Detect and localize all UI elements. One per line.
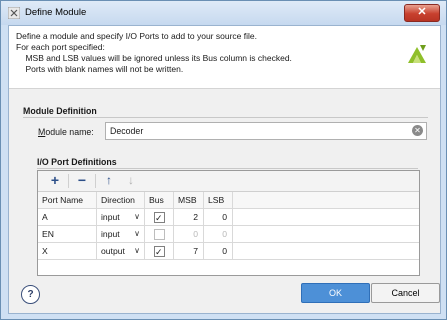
description-line: Ports with blank names will not be writt… — [16, 64, 184, 74]
toolbar-separator — [95, 174, 96, 188]
window-title: Define Module — [25, 7, 87, 18]
io-port-definitions-label: I/O Port Definitions — [37, 157, 117, 167]
direction-select[interactable]: input ∨ — [97, 209, 145, 225]
table-row[interactable]: EN input ∨ 0 0 — [38, 226, 419, 243]
ok-button[interactable]: OK — [301, 283, 370, 303]
lsb-cell[interactable]: 0 — [204, 226, 233, 242]
divider — [37, 168, 418, 169]
cancel-button[interactable]: Cancel — [371, 283, 440, 303]
app-icon — [8, 7, 20, 19]
port-toolbar: + − ↑ ↓ — [38, 171, 419, 192]
define-module-dialog: Define Module ✕ Define a module and spec… — [0, 0, 447, 320]
description-header: Define a module and specify I/O Ports to… — [9, 26, 440, 89]
description-line: Define a module and specify I/O Ports to… — [16, 31, 257, 41]
port-name-cell[interactable]: A — [38, 209, 97, 225]
msb-cell[interactable]: 0 — [174, 226, 204, 242]
remove-port-button[interactable]: − — [73, 173, 91, 189]
xilinx-logo-icon — [408, 45, 426, 63]
clear-icon[interactable]: ✕ — [412, 125, 423, 136]
column-header-msb[interactable]: MSB — [174, 192, 204, 208]
bus-checkbox[interactable] — [154, 229, 165, 240]
add-port-button[interactable]: + — [46, 173, 64, 189]
column-header-lsb[interactable]: LSB — [204, 192, 233, 208]
bus-cell — [145, 243, 174, 259]
move-up-button[interactable]: ↑ — [100, 173, 118, 189]
bus-checkbox[interactable] — [154, 244, 165, 259]
msb-cell[interactable]: 2 — [174, 209, 204, 225]
module-name-input[interactable]: Decoder ✕ — [105, 122, 427, 140]
bus-cell — [145, 209, 174, 225]
table-row[interactable]: X output∨ 7 0 — [38, 243, 419, 260]
divider — [23, 117, 428, 118]
msb-cell[interactable]: 7 — [174, 243, 204, 259]
help-button[interactable]: ? — [21, 285, 40, 304]
module-definition-label: Module Definition — [23, 106, 97, 116]
dialog-body: Define a module and specify I/O Ports to… — [8, 25, 441, 314]
direction-select[interactable]: input ∨ — [97, 226, 145, 242]
close-button[interactable]: ✕ — [404, 4, 440, 22]
title-bar[interactable]: Define Module ✕ — [1, 1, 446, 25]
lsb-cell[interactable]: 0 — [204, 209, 233, 225]
module-name-label: Module name: — [38, 127, 94, 137]
bus-checkbox[interactable] — [154, 210, 165, 225]
column-header-bus[interactable]: Bus — [145, 192, 174, 208]
port-name-cell[interactable]: EN — [38, 226, 97, 242]
chevron-down-icon: ∨ — [134, 229, 140, 238]
column-header-port-name[interactable]: Port Name — [38, 192, 97, 208]
bus-cell — [145, 226, 174, 242]
lsb-cell[interactable]: 0 — [204, 243, 233, 259]
table-header-row: Port Name Direction Bus MSB LSB — [38, 192, 419, 209]
table-row[interactable]: A input∨ 2 0 — [38, 209, 419, 226]
column-header-direction[interactable]: Direction — [97, 192, 145, 208]
chevron-down-icon: ∨ — [134, 246, 140, 255]
direction-select[interactable]: output ∨ — [97, 243, 145, 259]
port-table: + − ↑ ↓ Port Name Direction Bus MSB LSB … — [37, 170, 420, 276]
description-line: MSB and LSB values will be ignored unles… — [16, 53, 292, 63]
move-down-button[interactable]: ↓ — [122, 173, 140, 189]
module-name-value: Decoder — [110, 126, 144, 136]
toolbar-separator — [68, 174, 69, 188]
chevron-down-icon: ∨ — [134, 212, 140, 221]
description-line: For each port specified: — [16, 42, 105, 52]
port-name-cell[interactable]: X — [38, 243, 97, 259]
